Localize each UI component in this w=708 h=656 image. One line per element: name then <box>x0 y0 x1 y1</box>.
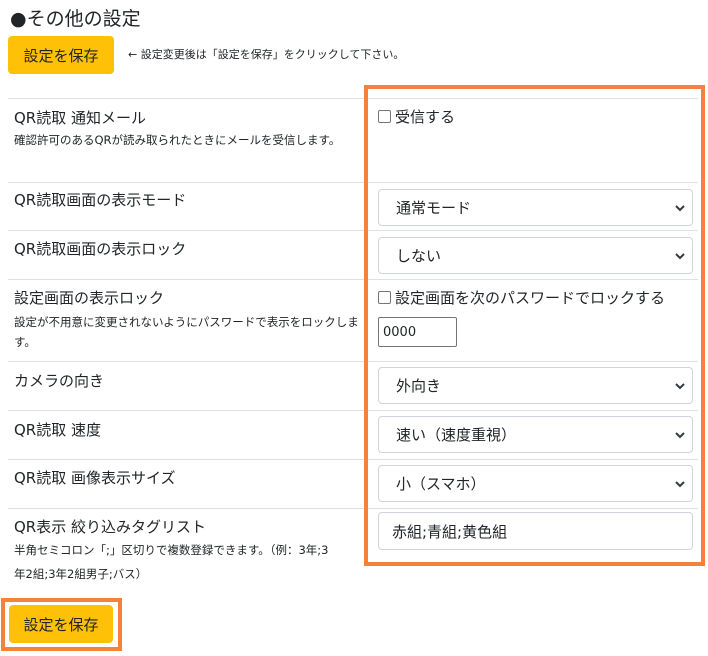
password-input[interactable]: 0000 <box>378 317 457 347</box>
qr-notify-checkbox[interactable]: 受信する <box>378 106 455 127</box>
tag-list-desc-line1: 半角セミコロン「;」区切りで複数登録できます。（例：3年;3 <box>14 543 329 557</box>
chevron-down-icon <box>675 205 685 212</box>
row-divider <box>8 182 698 183</box>
display-mode-value: 通常モード <box>396 199 472 217</box>
qr-notify-checkbox-label: 受信する <box>395 108 456 126</box>
settings-lock-checkbox-label: 設定画面を次のパスワードでロックする <box>395 289 666 307</box>
tag-list-label: QR表示 絞り込みタグリスト <box>14 518 206 536</box>
row-divider <box>8 361 698 362</box>
row-divider <box>8 459 698 460</box>
display-lock-value: しない <box>396 247 442 265</box>
checkbox-icon[interactable] <box>378 110 391 123</box>
image-size-label: QR読取 画像表示サイズ <box>14 469 176 487</box>
settings-lock-desc: 設定が不用意に変更されないようにパスワードで表示をロックします。 <box>14 315 359 349</box>
display-mode-label: QR読取画面の表示モード <box>14 191 187 209</box>
settings-lock-label: 設定画面の表示ロック <box>14 289 165 307</box>
section-title: ●その他の設定 <box>10 8 141 30</box>
save-settings-button-bottom[interactable]: 設定を保存 <box>9 605 113 643</box>
display-lock-select[interactable]: しない <box>378 237 693 274</box>
speed-select[interactable]: 速い（速度重視） <box>378 416 693 453</box>
row-divider <box>8 508 698 509</box>
camera-value: 外向き <box>396 377 442 395</box>
row-divider <box>8 279 698 280</box>
chevron-down-icon <box>675 432 685 439</box>
checkbox-icon[interactable] <box>378 291 391 304</box>
display-mode-select[interactable]: 通常モード <box>378 189 693 226</box>
settings-lock-checkbox[interactable]: 設定画面を次のパスワードでロックする <box>378 287 665 308</box>
chevron-down-icon <box>675 481 685 488</box>
camera-label: カメラの向き <box>14 372 105 390</box>
chevron-down-icon <box>675 383 685 390</box>
qr-notify-label: QR読取 通知メール <box>14 109 146 127</box>
tag-list-input[interactable]: 赤組;青組;黄色組 <box>378 512 693 550</box>
chevron-down-icon <box>675 253 685 260</box>
save-note: ← 設定変更後は「設定を保存」をクリックして下さい。 <box>128 48 405 61</box>
speed-label: QR読取 速度 <box>14 421 101 439</box>
speed-value: 速い（速度重視） <box>396 426 517 444</box>
image-size-select[interactable]: 小（スマホ） <box>378 465 693 502</box>
tag-list-desc-line2: 年2組;3年2組男子;バス） <box>14 567 148 581</box>
qr-notify-desc: 確認許可のあるQRが読み取られたときにメールを受信します。 <box>14 133 341 147</box>
row-divider <box>8 98 698 99</box>
save-settings-button-top[interactable]: 設定を保存 <box>8 36 114 74</box>
camera-select[interactable]: 外向き <box>378 367 693 404</box>
row-divider <box>8 410 698 411</box>
display-lock-label: QR読取画面の表示ロック <box>14 240 187 258</box>
row-divider <box>8 230 698 231</box>
image-size-value: 小（スマホ） <box>396 475 486 493</box>
